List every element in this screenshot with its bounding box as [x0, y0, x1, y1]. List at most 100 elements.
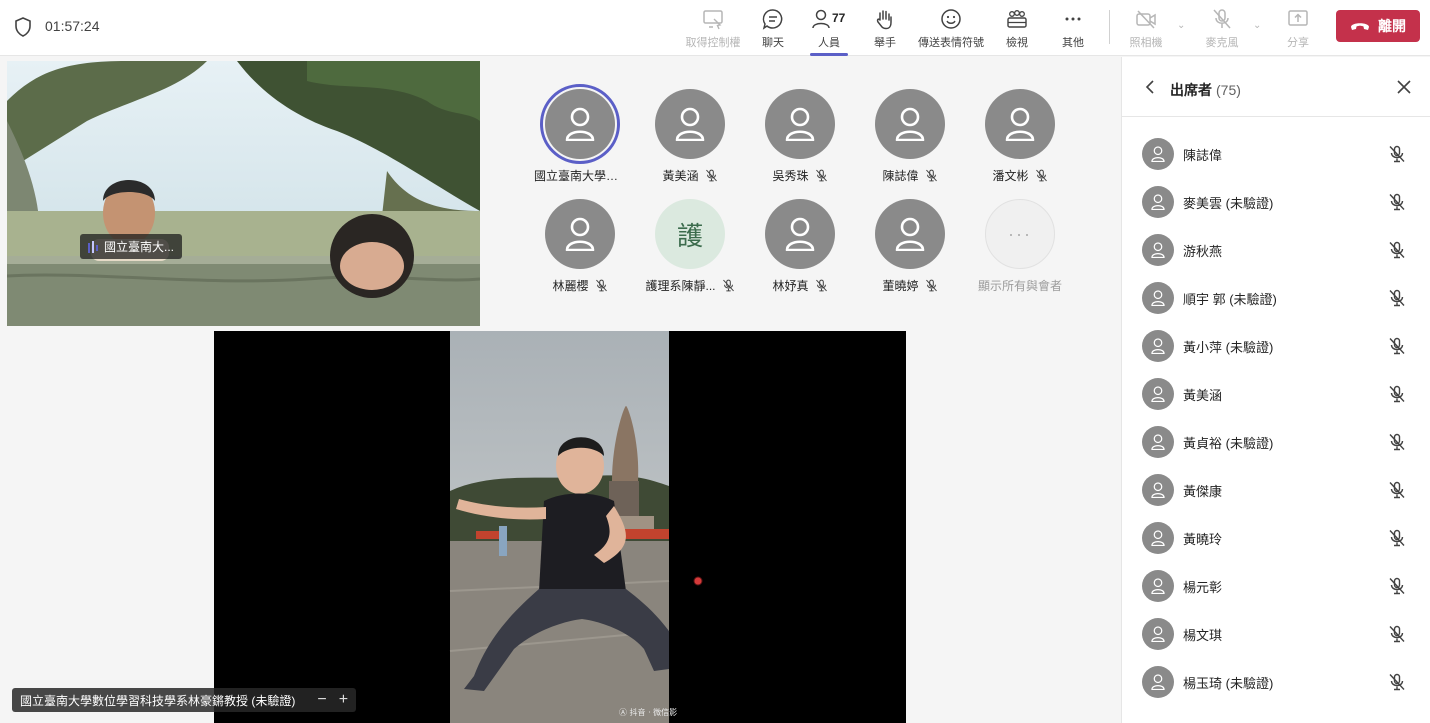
camera-button[interactable]: 照相機 [1128, 6, 1164, 52]
attendee-row[interactable]: 黃傑康 [1122, 466, 1430, 514]
chat-button[interactable]: 聊天 [758, 6, 788, 52]
leave-button[interactable]: 離開 [1336, 10, 1420, 42]
attendee-row[interactable]: 陳誌偉 [1122, 130, 1430, 178]
attendee-name: 楊元彰 [1183, 579, 1223, 595]
participant-name-text: 林妤真 [772, 279, 809, 293]
person-icon [1151, 146, 1165, 162]
people-label: 人員 [818, 37, 840, 49]
gallery-participant[interactable]: 吳秀珠 [750, 89, 850, 184]
people-button[interactable]: 77 人員 [806, 6, 852, 56]
camera-options-chevron-down-icon[interactable]: ⌄ [1177, 20, 1187, 31]
avatar [1142, 666, 1174, 698]
attendee-row[interactable]: 游秋燕 [1122, 226, 1430, 274]
participant-name-text: 潘文彬 [992, 169, 1029, 183]
back-chevron-icon[interactable] [1144, 80, 1156, 94]
mic-button[interactable]: 麥克風 [1204, 6, 1240, 52]
mic-options-chevron-down-icon[interactable]: ⌄ [1253, 20, 1263, 31]
avatar [875, 199, 945, 269]
more-participants-icon: ··· [985, 199, 1055, 269]
gallery-participant[interactable]: 林妤真 [750, 199, 850, 294]
mic-off-icon [925, 279, 937, 292]
person-icon [1005, 107, 1035, 141]
mic-off-icon [1389, 625, 1405, 643]
gallery-participant[interactable]: 黃美涵 [640, 89, 740, 184]
mic-off-icon [705, 169, 717, 182]
participant-name-text: 護理系陳靜... [645, 279, 716, 293]
zoom-out-icon[interactable]: − [317, 692, 326, 708]
avatar [1142, 570, 1174, 602]
hand-icon [876, 10, 892, 30]
gallery-participant[interactable]: 潘文彬 [970, 89, 1070, 184]
close-icon[interactable] [1397, 80, 1411, 94]
attendee-name: 黃小萍 (未驗證) [1183, 339, 1274, 355]
attendee-row[interactable]: 楊元彰 [1122, 562, 1430, 610]
person-icon [1151, 626, 1165, 642]
attendee-row[interactable]: 順宇 郭 (未驗證) [1122, 274, 1430, 322]
participant-name-text: 陳誌偉 [882, 169, 919, 183]
avatar [1142, 378, 1174, 410]
react-button[interactable]: 傳送表情符號 [918, 6, 984, 52]
react-label: 傳送表情符號 [918, 37, 984, 49]
gallery-participant-name: 顯示所有與會者 [978, 277, 1062, 294]
attendee-row[interactable]: 黃貞裕 (未驗證) [1122, 418, 1430, 466]
attendee-name: 楊文琪 [1183, 627, 1223, 643]
shield-icon[interactable] [14, 17, 32, 37]
participant-name-text: 顯示所有與會者 [977, 279, 1062, 293]
attendee-row[interactable]: 黃曉玲 [1122, 514, 1430, 562]
gallery-participant[interactable]: 護護理系陳靜... [640, 199, 740, 294]
mic-off-icon [1389, 577, 1405, 595]
participant-video-tile[interactable]: 國立臺南大... [7, 61, 480, 326]
gallery-participant[interactable]: ··· 顯示所有與會者 [970, 199, 1070, 294]
camera-label: 照相機 [1129, 37, 1163, 49]
chat-label: 聊天 [762, 37, 784, 49]
take-control-button[interactable]: 取得控制權 [684, 6, 742, 52]
mic-off-icon [1389, 289, 1405, 307]
mic-off-icon [722, 279, 734, 292]
gallery-participant[interactable]: 董曉婷 [860, 199, 960, 294]
avatar [1142, 234, 1174, 266]
meeting-timer: 01:57:24 [45, 18, 100, 34]
gallery-participant-name: 護理系陳靜... [645, 277, 734, 294]
avatar [655, 89, 725, 159]
raise-hand-label: 舉手 [874, 37, 896, 49]
share-icon [1288, 10, 1308, 26]
gallery-participant[interactable]: 陳誌偉 [860, 89, 960, 184]
more-button[interactable]: 其他 [1058, 6, 1088, 52]
view-label: 檢視 [1006, 37, 1028, 49]
participant-name-text: 林麗櫻 [552, 279, 589, 293]
raise-hand-button[interactable]: 舉手 [870, 6, 900, 52]
person-icon [1151, 242, 1165, 258]
person-icon [565, 107, 595, 141]
zoom-in-icon[interactable]: + [339, 692, 348, 708]
more-icon [1065, 17, 1081, 21]
attendee-name: 麥美雲 (未驗證) [1183, 195, 1274, 211]
person-icon [1151, 338, 1165, 354]
attendee-row[interactable]: 黃小萍 (未驗證) [1122, 322, 1430, 370]
attendee-row[interactable]: 黃美涵 [1122, 370, 1430, 418]
person-icon [1151, 482, 1165, 498]
view-icon [1007, 10, 1027, 28]
take-control-icon [703, 10, 723, 30]
avatar [765, 89, 835, 159]
video-background-image [7, 61, 480, 326]
participant-name-text: 黃美涵 [662, 169, 699, 183]
share-button[interactable]: 分享 [1284, 6, 1312, 52]
attendee-name: 游秋燕 [1183, 243, 1223, 259]
avatar [1142, 474, 1174, 506]
shared-screen[interactable]: Ⓐ 抖音 · 微信影 [214, 331, 906, 723]
panel-header: 出席者 (75) [1122, 57, 1430, 117]
mic-off-icon [1389, 673, 1405, 691]
avatar: 護 [655, 199, 725, 269]
view-button[interactable]: 檢視 [1002, 6, 1032, 52]
audio-level-icon [88, 240, 98, 253]
attendee-row[interactable]: 麥美雲 (未驗證) [1122, 178, 1430, 226]
gallery-participant[interactable]: 林麗櫻 [530, 199, 630, 294]
avatar [985, 89, 1055, 159]
attendee-name: 楊玉琦 (未驗證) [1183, 675, 1274, 691]
attendee-count: (75) [1216, 82, 1241, 98]
attendee-row[interactable]: 楊玉琦 (未驗證) [1122, 658, 1430, 706]
person-icon [785, 217, 815, 251]
mic-off-icon [1389, 145, 1405, 163]
gallery-participant[interactable]: 國立臺南大學數... [530, 84, 630, 184]
attendee-row[interactable]: 楊文琪 [1122, 610, 1430, 658]
